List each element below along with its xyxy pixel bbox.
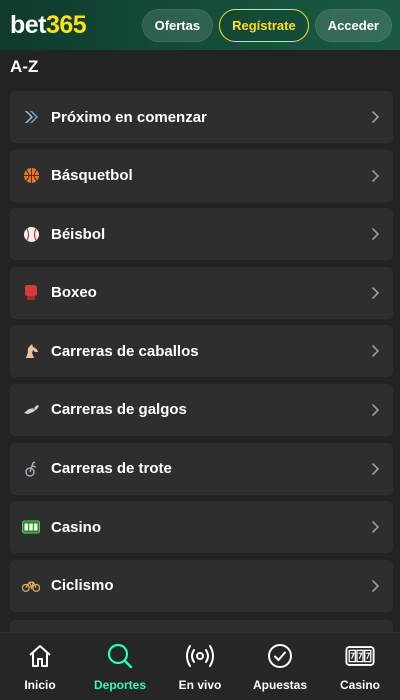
sport-item-ciclismo[interactable]: Ciclismo — [10, 559, 393, 612]
sport-item-label: Carreras de caballos — [51, 342, 199, 360]
offers-button[interactable]: Ofertas — [141, 8, 214, 42]
harness-racing-icon — [22, 460, 40, 478]
sport-item-carreras-de-caballos[interactable]: Carreras de caballos — [10, 325, 393, 378]
sports-list: Próximo en comenzar Básquetbol Béisbol B… — [10, 91, 393, 618]
chevron-right-icon — [369, 402, 381, 418]
chevron-right-icon — [369, 578, 381, 594]
bottom-navigation: Inicio Deportes En vivo Apuestas Casino — [0, 632, 400, 700]
top-header: bet 365 Ofertas Regístrate Acceder — [0, 0, 400, 50]
slots-777-icon — [345, 641, 375, 671]
horse-icon — [22, 342, 40, 360]
chevron-right-icon — [369, 285, 381, 301]
chevron-right-icon — [369, 461, 381, 477]
sport-item-label: Próximo en comenzar — [51, 108, 207, 126]
chevron-right-icon — [369, 519, 381, 535]
chevron-right-icon — [369, 109, 381, 125]
sport-item-label: Boxeo — [51, 284, 97, 302]
nav-item-casino[interactable]: Casino — [320, 641, 400, 692]
logo-text-365: 365 — [46, 10, 87, 39]
sport-item-label: Básquetbol — [51, 167, 133, 185]
basketball-icon — [22, 167, 40, 185]
checkmark-circle-icon — [265, 641, 295, 671]
sport-item-casino[interactable]: Casino — [10, 501, 393, 554]
chevron-right-icon — [369, 343, 381, 359]
slot-machine-icon — [22, 518, 40, 536]
home-icon — [25, 641, 55, 671]
search-icon — [105, 641, 135, 671]
greyhound-icon — [22, 401, 40, 419]
sport-item-label: Béisbol — [51, 225, 106, 243]
sport-item-label: Carreras de galgos — [51, 401, 187, 419]
section-title: A-Z — [10, 57, 39, 76]
sport-item-basquetbol[interactable]: Básquetbol — [10, 149, 393, 202]
sport-item-carreras-de-trote[interactable]: Carreras de trote — [10, 442, 393, 495]
chevron-right-icon — [369, 226, 381, 242]
nav-item-en-vivo[interactable]: En vivo — [160, 641, 240, 692]
header-actions: Ofertas Regístrate Acceder — [141, 8, 392, 42]
sport-item-label: Casino — [51, 518, 102, 536]
baseball-icon — [22, 225, 40, 243]
nav-item-deportes[interactable]: Deportes — [80, 641, 160, 692]
bicycle-icon — [22, 577, 40, 595]
forward-arrows-icon — [22, 108, 40, 126]
bet365-logo[interactable]: bet 365 — [10, 10, 87, 40]
live-broadcast-icon — [185, 641, 215, 671]
chevron-right-icon — [369, 168, 381, 184]
nav-label: Deportes — [93, 678, 146, 692]
nav-label: Apuestas — [252, 678, 308, 692]
logo-text-bet: bet — [10, 10, 47, 39]
nav-label: Casino — [339, 678, 380, 692]
sport-item-beisbol[interactable]: Béisbol — [10, 208, 393, 261]
nav-item-inicio[interactable]: Inicio — [0, 641, 80, 692]
sport-item-boxeo[interactable]: Boxeo — [10, 266, 393, 319]
sport-item-proximo-en-comenzar[interactable]: Próximo en comenzar — [10, 91, 393, 143]
nav-label: En vivo — [178, 678, 222, 692]
nav-item-apuestas[interactable]: Apuestas — [240, 641, 320, 692]
boxing-glove-icon — [22, 284, 40, 302]
login-button[interactable]: Acceder — [314, 8, 392, 42]
sport-item-carreras-de-galgos[interactable]: Carreras de galgos — [10, 383, 393, 436]
register-button[interactable]: Regístrate — [219, 8, 309, 42]
sport-item-label: Ciclismo — [51, 577, 114, 595]
nav-label: Inicio — [24, 678, 56, 692]
sport-item-label: Carreras de trote — [51, 460, 172, 478]
